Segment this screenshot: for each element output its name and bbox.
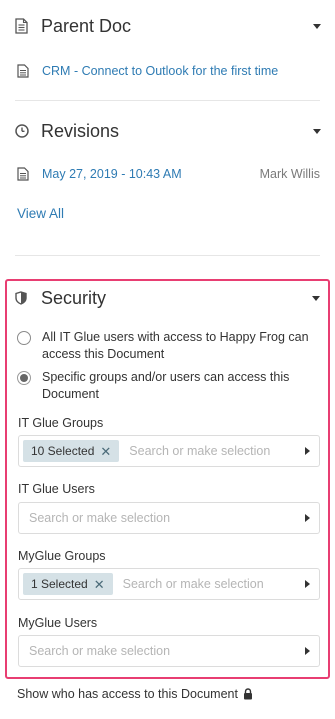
parent-doc-header[interactable]: Parent Doc [15,14,322,38]
revision-date[interactable]: May 27, 2019 - 10:43 AM [42,167,260,181]
radio-specific[interactable] [17,371,31,385]
show-access-link[interactable]: Show who has access to this Document [17,687,253,701]
security-header[interactable]: Security [15,286,321,310]
divider [15,255,320,256]
itglue-users-select[interactable]: Search or make selection [18,502,320,534]
chevron-down-icon[interactable] [313,128,321,134]
show-access-label[interactable]: Show who has access to this Document [17,687,238,701]
shield-icon [15,291,33,305]
radio-label-specific: Specific groups and/or users can access … [42,370,290,401]
lock-icon [243,688,253,700]
clock-icon [15,124,33,138]
security-title: Security [41,287,107,308]
close-icon[interactable]: ✕ [100,445,111,458]
chevron-down-icon[interactable] [312,295,320,301]
itglue-groups-label: IT Glue Groups [18,416,104,430]
radio-option-specific[interactable]: Specific groups and/or users can access … [17,369,320,403]
selected-tag-label: 1 Selected [31,577,88,591]
selected-tag-label: 10 Selected [31,444,95,458]
chevron-right-icon[interactable] [305,514,310,522]
radio-option-all-users[interactable]: All IT Glue users with access to Happy F… [17,329,320,363]
parent-doc-link-row[interactable]: CRM - Connect to Outlook for the first t… [17,62,320,80]
myglue-users-label: MyGlue Users [18,616,98,630]
revisions-title: Revisions [41,120,120,141]
myglue-groups-select[interactable]: 1 Selected ✕ Search or make selection [18,568,320,600]
myglue-users-search[interactable]: Search or make selection [23,644,305,658]
revision-row[interactable]: May 27, 2019 - 10:43 AM Mark Willis [17,165,320,183]
itglue-users-search[interactable]: Search or make selection [23,511,305,525]
myglue-groups-search[interactable]: Search or make selection [123,577,305,591]
divider [15,100,320,101]
close-icon[interactable]: ✕ [94,578,105,591]
selected-tag: 1 Selected ✕ [23,573,113,595]
itglue-groups-select[interactable]: 10 Selected ✕ Search or make selection [18,435,320,467]
revision-author: Mark Willis [259,167,320,181]
parent-doc-title: Parent Doc [41,15,132,36]
revisions-header[interactable]: Revisions [15,119,322,143]
parent-doc-link[interactable]: CRM - Connect to Outlook for the first t… [42,64,278,78]
document-icon [15,18,33,34]
radio-all-users[interactable] [17,331,31,345]
chevron-right-icon[interactable] [305,647,310,655]
itglue-users-label: IT Glue Users [18,482,95,496]
myglue-users-select[interactable]: Search or make selection [18,635,320,667]
document-icon [17,167,31,181]
itglue-groups-search[interactable]: Search or make selection [129,444,305,458]
view-all-link[interactable]: View All [17,206,64,221]
chevron-down-icon[interactable] [313,23,321,29]
radio-label-all-users: All IT Glue users with access to Happy F… [42,330,309,361]
selected-tag: 10 Selected ✕ [23,440,120,462]
document-icon [17,64,31,78]
chevron-right-icon[interactable] [305,580,310,588]
security-panel: Security All IT Glue users with access t… [5,279,330,679]
chevron-right-icon[interactable] [305,447,310,455]
myglue-groups-label: MyGlue Groups [18,549,106,563]
